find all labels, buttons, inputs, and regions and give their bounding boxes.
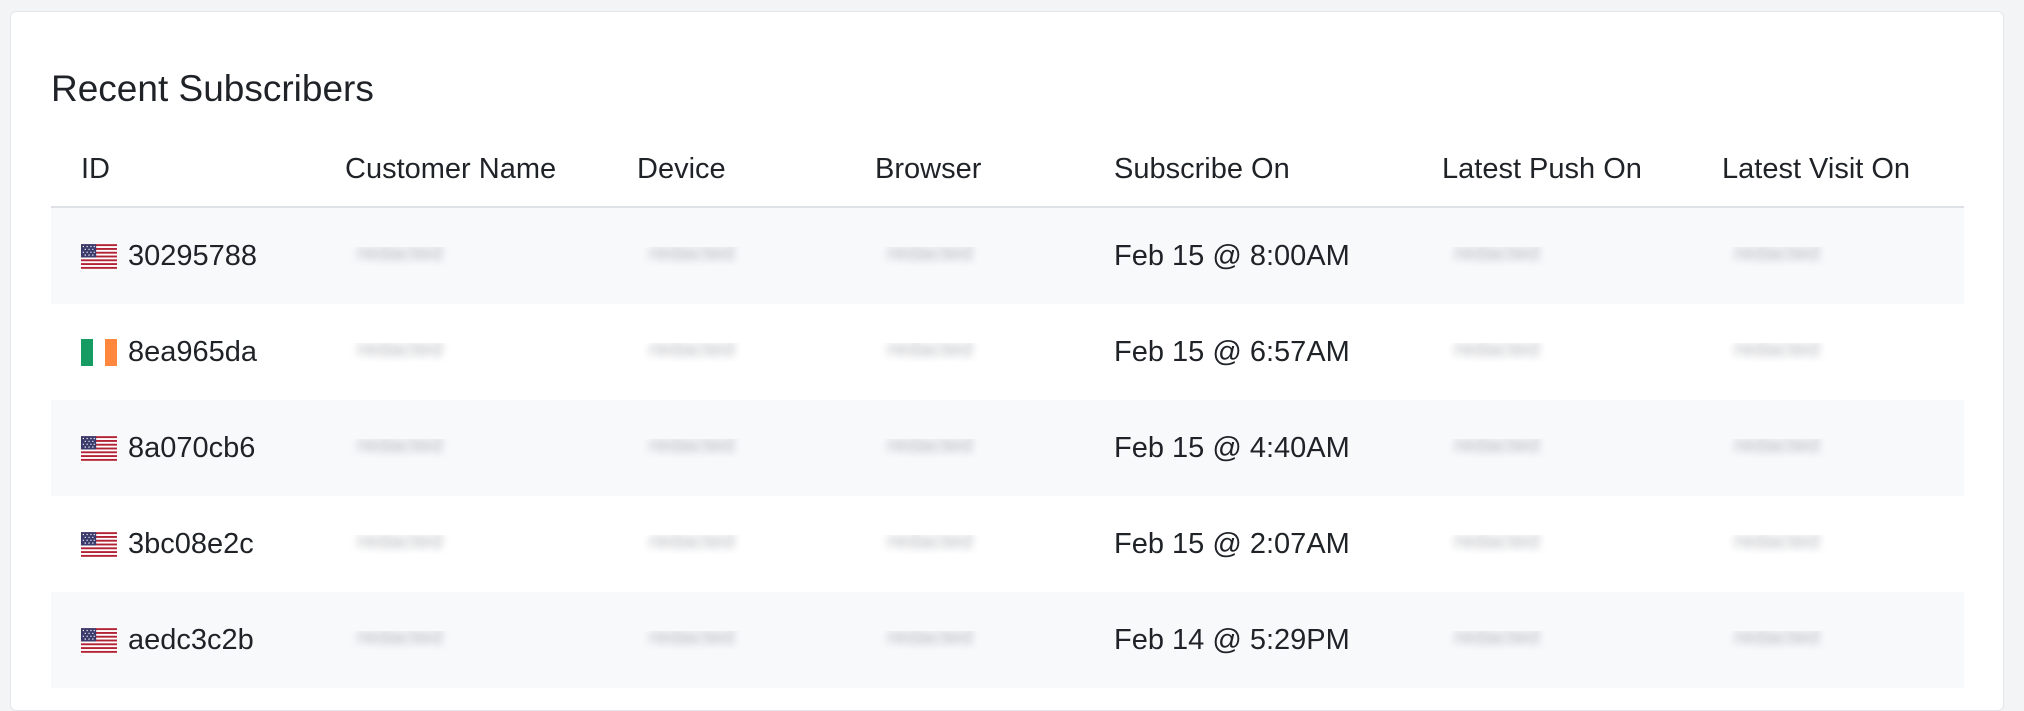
redacted-browser: redacted — [887, 342, 973, 361]
redacted-latest-push: redacted — [1454, 534, 1540, 553]
subscribe-on-cell: Feb 14 @ 5:29PM — [1084, 622, 1412, 658]
latest-visit-on-cell: redacted — [1692, 535, 1964, 554]
redacted-device: redacted — [649, 246, 735, 265]
customer-name-cell: redacted — [315, 247, 607, 266]
browser-cell: redacted — [845, 631, 1084, 650]
subscribe-date: Feb 15 @ 4:40AM — [1114, 432, 1350, 464]
ie-flag-icon — [81, 339, 117, 366]
redacted-browser: redacted — [887, 534, 973, 553]
subscribe-date: Feb 15 @ 8:00AM — [1114, 240, 1350, 272]
column-header-device[interactable]: Device — [607, 151, 845, 187]
redacted-device: redacted — [649, 534, 735, 553]
subscribe-on-cell: Feb 15 @ 4:40AM — [1084, 430, 1412, 466]
redacted-customer-name: redacted — [357, 438, 443, 457]
redacted-latest-push: redacted — [1454, 246, 1540, 265]
redacted-device: redacted — [649, 342, 735, 361]
latest-push-on-cell: redacted — [1412, 343, 1692, 362]
subscribe-date: Feb 15 @ 2:07AM — [1114, 528, 1350, 560]
redacted-latest-visit: redacted — [1734, 534, 1820, 553]
table-row[interactable]: 3bc08e2c redacted redacted redacted Feb … — [51, 496, 1964, 592]
us-flag-icon — [81, 243, 117, 270]
browser-cell: redacted — [845, 247, 1084, 266]
device-cell: redacted — [607, 631, 845, 650]
device-cell: redacted — [607, 247, 845, 266]
redacted-latest-visit: redacted — [1734, 342, 1820, 361]
table-header-row: ID Customer Name Device Browser Subscrib… — [51, 131, 1964, 208]
browser-cell: redacted — [845, 343, 1084, 362]
redacted-browser: redacted — [887, 246, 973, 265]
us-flag-icon — [81, 531, 117, 558]
redacted-latest-visit: redacted — [1734, 630, 1820, 649]
redacted-latest-push: redacted — [1454, 342, 1540, 361]
subscriber-id[interactable]: aedc3c2b — [128, 622, 254, 658]
subscriber-id-cell: 8ea965da — [51, 334, 315, 370]
table-row[interactable]: 8ea965da redacted redacted redacted Feb … — [51, 304, 1964, 400]
table-row[interactable]: 30295788 redacted redacted redacted Feb … — [51, 208, 1964, 304]
customer-name-cell: redacted — [315, 631, 607, 650]
subscriber-id-cell: aedc3c2b — [51, 622, 315, 658]
subscribe-on-cell: Feb 15 @ 8:00AM — [1084, 238, 1412, 274]
redacted-customer-name: redacted — [357, 342, 443, 361]
customer-name-cell: redacted — [315, 439, 607, 458]
table-row[interactable]: aedc3c2b redacted redacted redacted Feb … — [51, 592, 1964, 688]
redacted-device: redacted — [649, 438, 735, 457]
browser-cell: redacted — [845, 535, 1084, 554]
subscribe-date: Feb 15 @ 6:57AM — [1114, 336, 1350, 368]
column-header-id[interactable]: ID — [51, 151, 315, 187]
subscriber-id-cell: 8a070cb6 — [51, 430, 315, 466]
redacted-latest-visit: redacted — [1734, 438, 1820, 457]
device-cell: redacted — [607, 535, 845, 554]
redacted-customer-name: redacted — [357, 534, 443, 553]
subscriber-id[interactable]: 8ea965da — [128, 334, 257, 370]
subscribe-on-cell: Feb 15 @ 6:57AM — [1084, 334, 1412, 370]
redacted-customer-name: redacted — [357, 246, 443, 265]
latest-push-on-cell: redacted — [1412, 631, 1692, 650]
us-flag-icon — [81, 627, 117, 654]
browser-cell: redacted — [845, 439, 1084, 458]
subscriber-id[interactable]: 8a070cb6 — [128, 430, 255, 466]
subscriber-id[interactable]: 30295788 — [128, 238, 257, 274]
column-header-browser[interactable]: Browser — [845, 151, 1084, 187]
redacted-customer-name: redacted — [357, 630, 443, 649]
column-header-latest-push-on[interactable]: Latest Push On — [1412, 151, 1692, 187]
redacted-latest-push: redacted — [1454, 438, 1540, 457]
subscribers-table: ID Customer Name Device Browser Subscrib… — [51, 131, 1964, 688]
latest-push-on-cell: redacted — [1412, 535, 1692, 554]
latest-push-on-cell: redacted — [1412, 439, 1692, 458]
redacted-device: redacted — [649, 630, 735, 649]
us-flag-icon — [81, 435, 117, 462]
card-title: Recent Subscribers — [51, 68, 374, 109]
subscribe-on-cell: Feb 15 @ 2:07AM — [1084, 526, 1412, 562]
latest-visit-on-cell: redacted — [1692, 343, 1964, 362]
latest-visit-on-cell: redacted — [1692, 439, 1964, 458]
latest-push-on-cell: redacted — [1412, 247, 1692, 266]
column-header-subscribe-on[interactable]: Subscribe On — [1084, 151, 1412, 187]
subscriber-id[interactable]: 3bc08e2c — [128, 526, 254, 562]
redacted-browser: redacted — [887, 630, 973, 649]
latest-visit-on-cell: redacted — [1692, 631, 1964, 650]
customer-name-cell: redacted — [315, 343, 607, 362]
redacted-latest-push: redacted — [1454, 630, 1540, 649]
subscriber-id-cell: 3bc08e2c — [51, 526, 315, 562]
redacted-browser: redacted — [887, 438, 973, 457]
subscriber-id-cell: 30295788 — [51, 238, 315, 274]
column-header-customer-name[interactable]: Customer Name — [315, 151, 607, 187]
table-row[interactable]: 8a070cb6 redacted redacted redacted Feb … — [51, 400, 1964, 496]
column-header-latest-visit-on[interactable]: Latest Visit On — [1692, 151, 1964, 187]
latest-visit-on-cell: redacted — [1692, 247, 1964, 266]
device-cell: redacted — [607, 439, 845, 458]
device-cell: redacted — [607, 343, 845, 362]
redacted-latest-visit: redacted — [1734, 246, 1820, 265]
customer-name-cell: redacted — [315, 535, 607, 554]
subscribe-date: Feb 14 @ 5:29PM — [1114, 624, 1350, 656]
